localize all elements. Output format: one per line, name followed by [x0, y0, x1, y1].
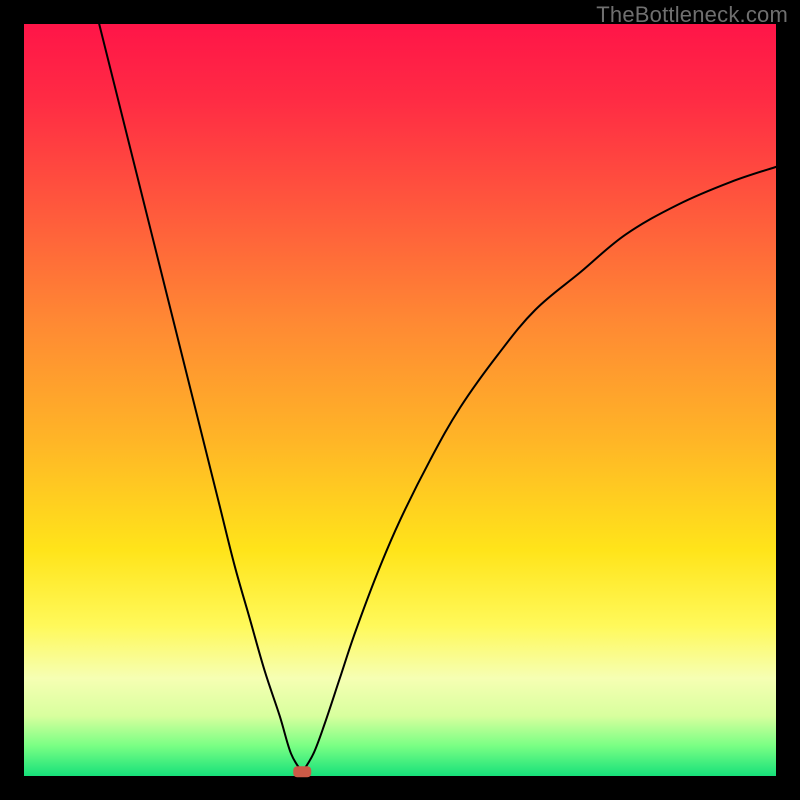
min-marker	[293, 766, 311, 777]
curve-left	[99, 24, 302, 772]
chart-plot-area	[24, 24, 776, 776]
curve-right	[302, 167, 776, 772]
chart-svg	[24, 24, 776, 776]
